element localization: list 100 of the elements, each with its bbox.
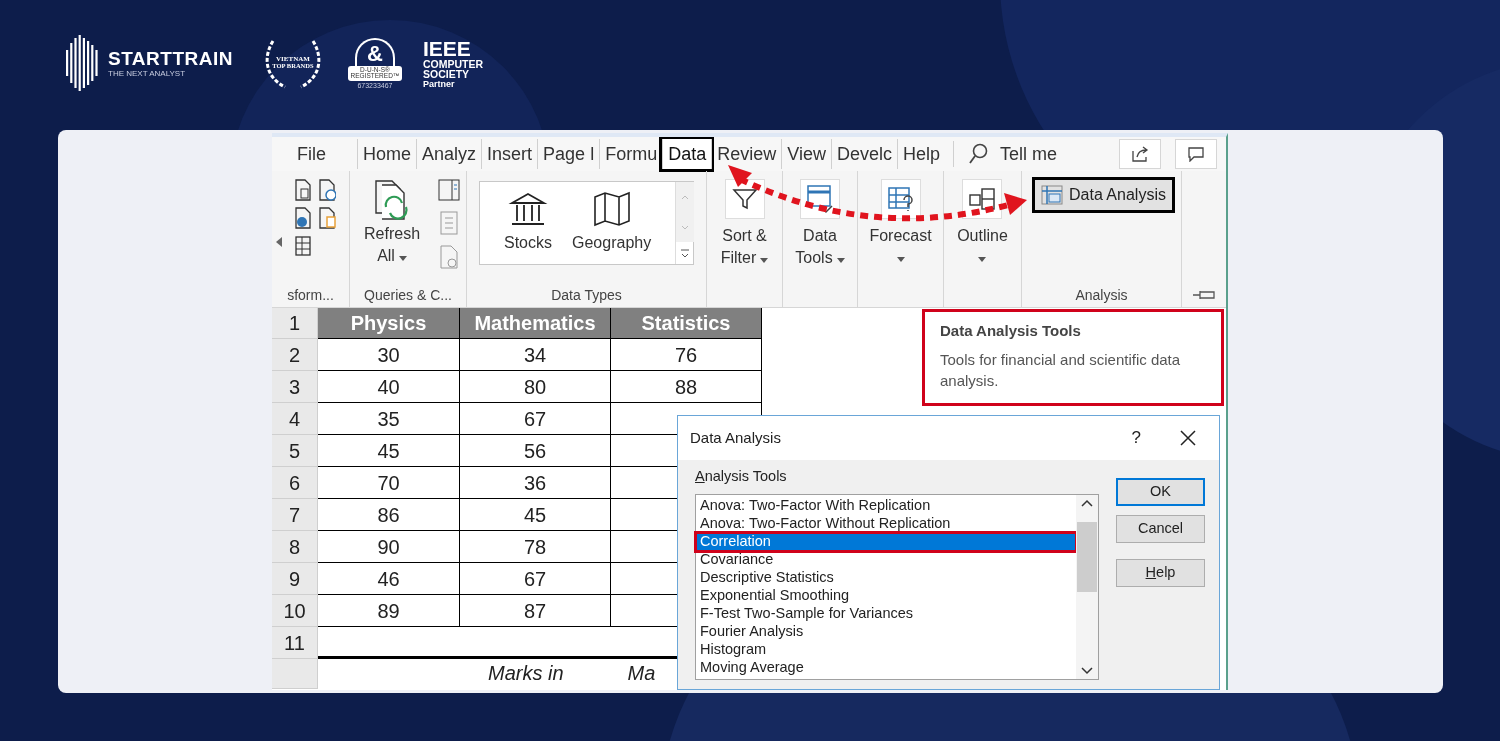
table-cell: 56 [460,435,611,467]
table-cell-text: Marks in [488,661,564,686]
table-cell: 46 [318,563,460,595]
table-cell: 35 [318,403,460,435]
tooltip-title: Data Analysis Tools [940,321,1082,341]
tooltip-text: Tools for financial and scientific data analysis. [940,349,1182,391]
close-button[interactable] [1179,429,1197,447]
properties-icon [438,211,461,235]
analysis-tool-icon [1041,185,1063,205]
list-item[interactable]: Covariance [696,550,1076,569]
column-header: Statistics [611,308,762,339]
ieee-name: IEEE [422,37,472,59]
dialog-button[interactable]: OK [1116,478,1205,506]
ribbon-tab[interactable]: Data [662,139,712,169]
share-button[interactable] [1119,139,1161,169]
button-label: Stocks [504,233,552,253]
dropdown-caret-icon [398,255,407,261]
ribbon-tab[interactable]: Page l [537,139,600,169]
dropdown-caret-icon [760,257,769,263]
ribbon-button[interactable]: Forecast [869,179,932,262]
row-header: 11 [272,627,318,659]
share-icon [1131,145,1149,163]
table-cell: 40 [318,371,460,403]
forecast-sheet-icon [886,186,915,212]
table-cell-text: Ma [627,661,656,686]
ribbon-tab[interactable]: Insert [481,139,538,169]
table-tool-icon [806,184,834,214]
row-header: 10 [272,595,318,627]
button-label: All [377,246,395,266]
group-label: sform... [287,285,334,305]
list-item[interactable]: Anova: Two-Factor Without Replication [696,514,1076,533]
search-icon [968,143,988,165]
dialog-button[interactable]: Help [1116,559,1205,587]
ieee-tag: Partner [422,79,484,89]
scroll-left-icon [276,237,282,247]
ribbon-button[interactable]: Sort & Filter [720,179,769,269]
list-item[interactable]: Exponential Smoothing [696,586,1076,605]
data-type-button[interactable]: Stocks [504,191,552,255]
list-item[interactable]: Fourier Analysis [696,622,1076,641]
scroll-thumb[interactable] [1077,521,1097,592]
bars-logo-icon [66,35,100,91]
group-label: Queries & C... [364,285,452,305]
data-analysis-button[interactable]: Data Analysis [1032,177,1175,213]
scroll-down-icon [1081,666,1093,675]
list-item[interactable]: Moving Average [696,658,1076,677]
button-label: Tools [795,248,833,268]
table-cell: 45 [460,499,611,531]
table-cell: 76 [611,339,762,371]
button-label: Data [803,226,837,246]
button-label: Geography [572,233,652,253]
list-label: Analysis Tools [695,467,788,486]
table-cell: 45 [318,435,460,467]
list-item[interactable]: Anova: Two-Factor With Replication [696,496,1076,515]
table-cell: 34 [460,339,611,371]
list-item[interactable]: Correlation [696,532,1076,551]
ribbon-button[interactable]: Data Tools [795,179,845,269]
refresh-all-button[interactable]: Refresh All [364,179,421,267]
scroll-up-icon [676,182,695,214]
row-header: 6 [272,467,318,499]
column-header: Physics [318,308,460,339]
scroll-up-icon [1081,498,1093,507]
ribbon-tab[interactable]: Develc [830,139,897,169]
edit-links-icon [438,245,461,269]
filter-icon [731,188,758,210]
list-item[interactable]: Descriptive Statistics [696,568,1076,587]
row-header: 8 [272,531,318,563]
group-label: Data Types [551,285,622,305]
comments-button[interactable] [1175,139,1217,169]
table-cell: 67 [460,403,611,435]
map-icon [591,191,632,227]
help-button[interactable]: ? [1131,425,1141,451]
dropdown-caret-icon [978,257,987,262]
comment-icon [1187,146,1205,162]
table-cell: 36 [460,467,611,499]
brand-tagline: THE NEXT ANALYST [108,69,187,78]
dialog-title: Data Analysis [690,427,782,448]
table-cell: 88 [611,371,762,403]
pin-icon [1192,289,1216,301]
dropdown-caret-icon [896,257,905,262]
ribbon-button[interactable]: Outline [957,179,1008,262]
list-item[interactable]: F-Test Two-Sample for Variances [696,604,1076,623]
table-cell: 89 [318,595,460,627]
row-header: 2 [272,339,318,371]
row-header: 4 [272,403,318,435]
scroll-down-icon [676,214,695,242]
ribbon-tab[interactable]: File [292,139,331,169]
list-item[interactable]: Histogram [696,640,1076,659]
button-label: Filter [720,248,757,268]
row-header: 3 [272,371,318,403]
brand-name: STARTTRAIN [108,48,233,68]
row-header: 9 [272,563,318,595]
tell-me-field[interactable]: Tell me [1000,140,1057,168]
dialog-button[interactable]: Cancel [1116,515,1205,543]
scrollbar[interactable] [1076,494,1098,679]
ribbon-tab[interactable]: View [781,139,831,169]
ribbon-tab[interactable]: Home [357,139,417,169]
data-type-button[interactable]: Geography [572,191,652,255]
ribbon-tab[interactable]: Help [896,139,945,169]
ribbon-tab[interactable]: Analyz [416,139,482,169]
table-cell: 67 [460,563,611,595]
